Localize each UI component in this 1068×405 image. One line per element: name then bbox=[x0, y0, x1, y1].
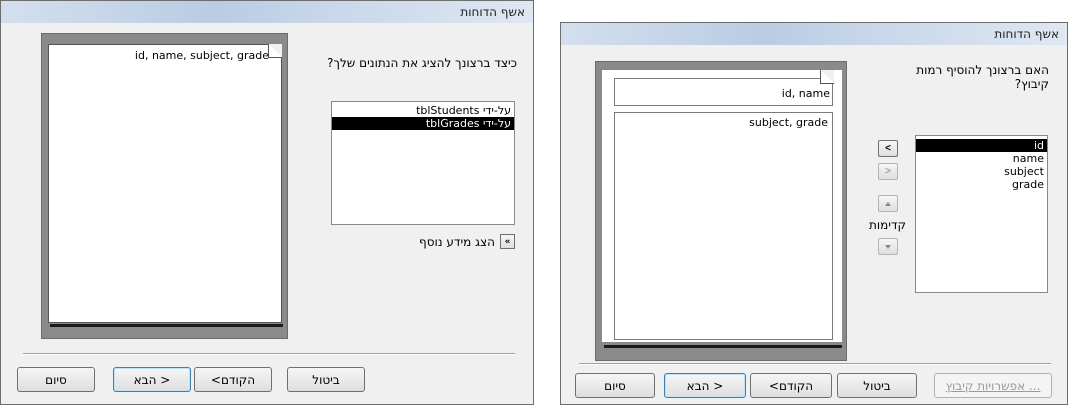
wizard-question: כיצד ברצונך להציג את הנתונים שלך? bbox=[327, 56, 517, 70]
double-chevron-icon[interactable]: » bbox=[500, 234, 515, 249]
priority-up-button[interactable] bbox=[878, 195, 898, 212]
button-separator bbox=[23, 353, 515, 355]
triangle-down-icon bbox=[885, 244, 891, 249]
wizard-question: האם ברצונך להוסיף רמות קיבוץ? bbox=[916, 63, 1049, 91]
preview-page-shadow bbox=[50, 324, 283, 327]
button-separator bbox=[579, 363, 1051, 365]
window-title: אשף הדוחות bbox=[460, 5, 525, 19]
preview-fields: id, name, subject, grade bbox=[134, 49, 269, 62]
page-fold-icon bbox=[268, 44, 282, 58]
report-wizard-window-left: אשף הדוחות id, name, subject, grade כיצד… bbox=[0, 0, 534, 405]
preview-detail-fields: subject, grade bbox=[749, 116, 828, 129]
preview-detail-section: subject, grade bbox=[614, 112, 833, 340]
layout-preview: id, name subject, grade bbox=[595, 61, 847, 361]
view-by-listbox[interactable]: על-ידי tblStudents על-ידי tblGrades bbox=[331, 101, 515, 225]
list-item-by-grades[interactable]: על-ידי tblGrades bbox=[332, 117, 514, 130]
page-fold-icon bbox=[820, 70, 834, 84]
list-item-field[interactable]: name bbox=[916, 152, 1047, 165]
list-item-field[interactable]: subject bbox=[916, 165, 1047, 178]
window-title: אשף הדוחות bbox=[994, 27, 1059, 41]
preview-group-header: id, name bbox=[614, 70, 834, 106]
title-bar: אשף הדוחות bbox=[1, 1, 533, 24]
next-button[interactable]: הבא > bbox=[113, 367, 191, 392]
group-fields-listbox[interactable]: id name subject grade bbox=[915, 135, 1048, 293]
finish-button[interactable]: סיום bbox=[575, 373, 655, 398]
remove-group-level-button[interactable]: > bbox=[878, 163, 898, 180]
title-bar: אשף הדוחות bbox=[561, 23, 1067, 46]
priority-down-button[interactable] bbox=[878, 238, 898, 255]
add-group-level-button[interactable]: < bbox=[878, 140, 898, 157]
cancel-button[interactable]: ביטול bbox=[287, 367, 365, 392]
back-button[interactable]: <הקודם bbox=[194, 367, 272, 392]
next-button[interactable]: הבא > bbox=[664, 373, 746, 398]
list-item-field[interactable]: id bbox=[916, 139, 1047, 152]
back-button[interactable]: <הקודם bbox=[750, 373, 832, 398]
grouping-options-button[interactable]: אפשרויות קיבוץ ... bbox=[934, 373, 1052, 398]
layout-preview: id, name, subject, grade bbox=[41, 33, 288, 339]
triangle-up-icon bbox=[885, 201, 891, 206]
preview-page: id, name subject, grade bbox=[602, 70, 842, 342]
list-item-by-students[interactable]: על-ידי tblStudents bbox=[332, 104, 514, 117]
preview-page-shadow bbox=[604, 345, 842, 348]
report-wizard-window-right: אשף הדוחות id, name subject, grade האם ב… bbox=[560, 22, 1068, 405]
wizard-body: id, name subject, grade האם ברצונך להוסי… bbox=[561, 45, 1067, 404]
list-item-field[interactable]: grade bbox=[916, 178, 1047, 191]
wizard-body: id, name, subject, grade כיצד ברצונך להצ… bbox=[1, 23, 533, 404]
more-info-label: הצג מידע נוסף bbox=[419, 234, 495, 249]
cancel-button[interactable]: ביטול bbox=[837, 373, 917, 398]
show-more-info[interactable]: » הצג מידע נוסף bbox=[419, 234, 515, 249]
preview-group-field: id, name bbox=[781, 87, 830, 100]
priority-label: קדימות bbox=[869, 218, 907, 232]
finish-button[interactable]: סיום bbox=[17, 367, 95, 392]
preview-page: id, name, subject, grade bbox=[48, 44, 282, 323]
